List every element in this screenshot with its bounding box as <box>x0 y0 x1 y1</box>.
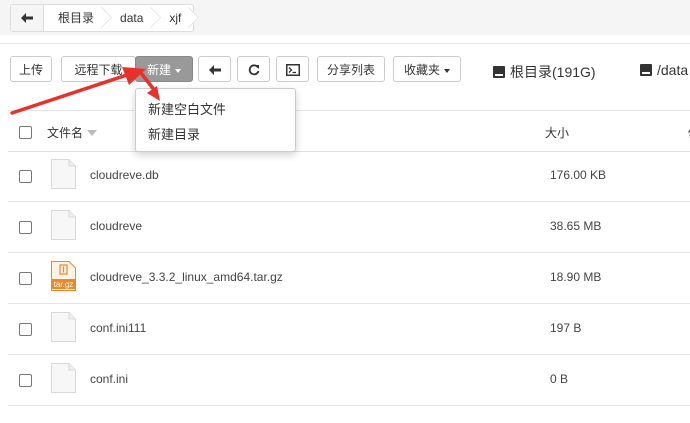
arrow-left-icon <box>208 65 221 75</box>
drive-data[interactable]: /data <box>640 62 688 78</box>
column-name-label: 文件名 <box>47 126 84 140</box>
drive-icon <box>640 64 652 76</box>
divider <box>0 43 690 44</box>
archive-icon: tar.gz <box>51 261 76 291</box>
table-row[interactable]: cloudreve.db 176.00 KB <box>8 151 690 202</box>
table-row[interactable]: conf.ini 0 B <box>8 355 690 406</box>
file-size: 176.00 KB <box>550 168 607 182</box>
share-list-button[interactable]: 分享列表 <box>317 56 385 82</box>
row-checkbox[interactable] <box>19 272 32 285</box>
row-checkbox[interactable] <box>19 323 32 336</box>
new-button[interactable]: 新建 <box>135 56 193 82</box>
upload-button[interactable]: 上传 <box>10 56 52 82</box>
table-row[interactable]: cloudreve 38.65 MB <box>8 202 690 253</box>
terminal-button[interactable] <box>276 56 309 82</box>
back-button[interactable] <box>198 56 231 82</box>
file-name[interactable]: conf.ini <box>90 372 128 386</box>
file-size: 0 B <box>550 372 569 386</box>
new-dropdown-menu: 新建空白文件 新建目录 <box>135 88 296 152</box>
breadcrumb-item-data[interactable]: data <box>106 5 155 31</box>
file-name[interactable]: cloudreve.db <box>90 168 159 182</box>
menu-item-new-file[interactable]: 新建空白文件 <box>148 99 226 118</box>
drive-label: /data <box>657 62 689 78</box>
drive-icon <box>493 66 505 78</box>
remote-download-button[interactable]: 远程下载 <box>61 56 136 82</box>
breadcrumb-label: xjf <box>169 11 182 25</box>
file-icon <box>51 312 76 342</box>
row-checkbox[interactable] <box>19 374 32 387</box>
select-all-checkbox[interactable] <box>19 126 32 139</box>
caret-down-icon <box>175 68 181 73</box>
terminal-icon <box>285 64 300 76</box>
breadcrumb: 根目录 data xjf <box>10 4 195 32</box>
column-header-size[interactable]: 大小 <box>545 124 569 141</box>
file-size: 18.90 MB <box>550 270 602 284</box>
archive-badge: tar.gz <box>54 280 74 289</box>
breadcrumb-label: data <box>120 11 144 25</box>
file-icon <box>51 159 76 189</box>
menu-item-new-folder[interactable]: 新建目录 <box>148 124 200 143</box>
drive-root[interactable]: 根目录(191G) <box>493 62 596 82</box>
breadcrumb-label: 根目录 <box>58 11 95 25</box>
breadcrumb-back-button[interactable] <box>11 5 44 31</box>
file-size: 197 B <box>550 321 582 335</box>
file-name[interactable]: cloudreve <box>90 219 142 233</box>
drive-label: 根目录(191G) <box>510 64 596 80</box>
table-header: 文件名 大小 修 <box>8 111 690 152</box>
row-checkbox[interactable] <box>19 221 32 234</box>
file-icon <box>51 210 76 240</box>
favorites-button[interactable]: 收藏夹 <box>393 56 461 82</box>
row-checkbox[interactable] <box>19 170 32 183</box>
column-header-name[interactable]: 文件名 <box>47 124 98 141</box>
table-row[interactable]: tar.gz cloudreve_3.3.2_linux_amd64.tar.g… <box>8 253 690 304</box>
breadcrumb-item-root[interactable]: 根目录 <box>44 5 106 31</box>
file-icon <box>51 363 76 393</box>
file-name[interactable]: conf.ini111 <box>90 321 146 335</box>
breadcrumb-item-xjf[interactable]: xjf <box>155 5 193 31</box>
favorites-label: 收藏夹 <box>403 63 440 77</box>
table-row[interactable]: conf.ini111 197 B <box>8 304 690 355</box>
sort-icon <box>87 130 98 136</box>
arrow-left-icon <box>21 13 33 23</box>
refresh-icon <box>248 64 259 76</box>
refresh-button[interactable] <box>237 56 270 82</box>
new-button-label: 新建 <box>146 63 171 77</box>
caret-down-icon <box>444 68 450 73</box>
file-size: 38.65 MB <box>550 219 602 233</box>
breadcrumb-bar: 根目录 data xjf <box>0 0 690 35</box>
file-name[interactable]: cloudreve_3.3.2_linux_amd64.tar.gz <box>90 270 283 284</box>
